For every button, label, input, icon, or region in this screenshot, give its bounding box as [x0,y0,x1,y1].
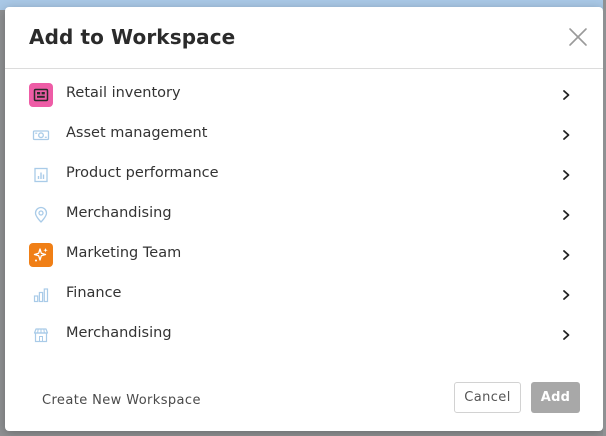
add-to-workspace-dialog: Add to Workspace Retail inventory Asset … [5,7,603,431]
workspace-item-label: Asset management [66,125,208,141]
close-button[interactable] [567,26,589,48]
close-icon [569,28,587,46]
add-button[interactable]: Add [531,382,580,413]
workspace-item-merchandising-store[interactable]: Merchandising [5,315,603,355]
chevron-right-icon [563,210,570,220]
workspace-item-asset-management[interactable]: Asset management [5,115,603,155]
workspace-item-finance[interactable]: Finance [5,275,603,315]
modal-backdrop: Add to Workspace Retail inventory Asset … [0,0,606,436]
column-chart-icon [29,283,53,307]
workspace-item-retail-inventory[interactable]: Retail inventory [5,75,603,115]
chevron-right-icon [563,170,570,180]
workspace-item-marketing-team[interactable]: Marketing Team [5,235,603,275]
sparkle-icon [29,243,53,267]
workspace-item-label: Finance [66,285,122,301]
workspace-item-label: Marketing Team [66,245,182,261]
cancel-button[interactable]: Cancel [454,382,521,413]
money-icon [29,123,53,147]
bar-chart-icon [29,163,53,187]
chevron-right-icon [563,90,570,100]
workspace-item-label: Retail inventory [66,85,181,101]
workspace-list: Retail inventory Asset management Produc… [5,75,603,355]
chevron-right-icon [563,290,570,300]
workspace-item-label: Merchandising [66,325,172,341]
workspace-item-label: Merchandising [66,205,172,221]
chevron-right-icon [563,330,570,340]
chevron-right-icon [563,130,570,140]
store-icon [29,323,53,347]
register-icon [29,83,53,107]
workspace-item-label: Product performance [66,165,219,181]
dialog-footer: Create New Workspace Cancel Add [5,371,603,431]
dialog-header: Add to Workspace [5,7,603,69]
workspace-item-product-performance[interactable]: Product performance [5,155,603,195]
create-new-workspace-link[interactable]: Create New Workspace [42,393,201,408]
workspace-item-merchandising[interactable]: Merchandising [5,195,603,235]
chevron-right-icon [563,250,570,260]
location-pin-icon [29,203,53,227]
dialog-title: Add to Workspace [29,25,236,49]
